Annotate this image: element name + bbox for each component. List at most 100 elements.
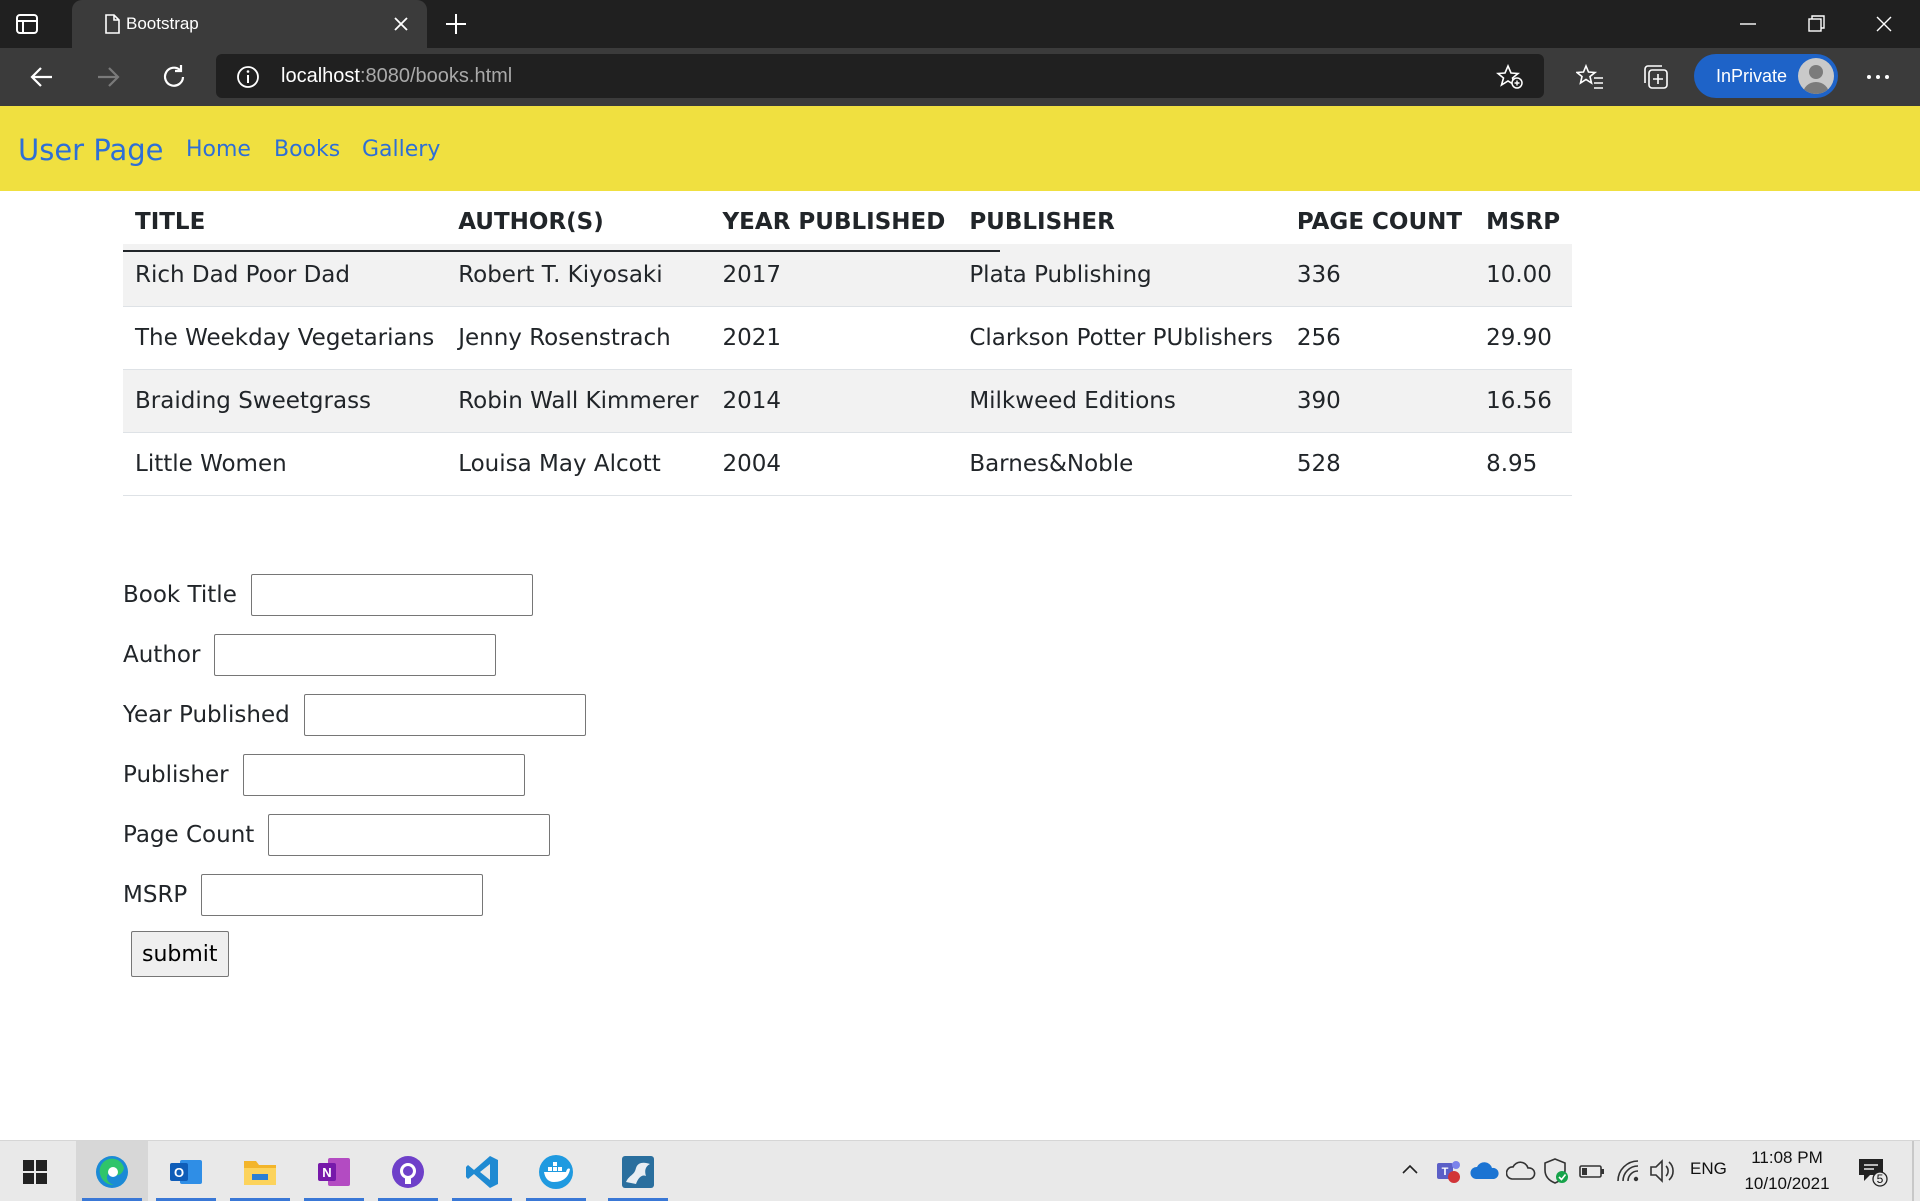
site-info-icon[interactable] [236,65,260,89]
browser-tab[interactable]: Bootstrap [72,0,427,48]
volume-icon[interactable] [1648,1157,1676,1185]
taskbar-github-desktop[interactable] [372,1141,444,1201]
cell-title: Rich Dad Poor Dad [123,244,447,307]
clock-date: 10/10/2021 [1744,1174,1830,1193]
cell-page-count: 528 [1284,432,1475,496]
refresh-icon[interactable] [160,63,188,91]
show-desktop-strip[interactable] [1912,1141,1914,1201]
brand-link[interactable]: User Page [18,106,164,194]
restore-icon[interactable] [1806,12,1826,36]
page-count-input[interactable] [268,814,551,856]
vscode-icon [466,1156,498,1188]
taskbar-mysql-workbench[interactable] [602,1141,674,1201]
cell-msrp: 10.00 [1474,244,1573,307]
year-published-label: Year Published [123,702,290,728]
nav-link-gallery[interactable]: Gallery [362,106,440,194]
form-row-author: Author [123,625,586,685]
cell-publisher: Barnes&Noble [957,432,1285,496]
onedrive-personal-icon[interactable] [1506,1157,1536,1185]
cell-year: 2017 [710,244,958,307]
url-text[interactable]: localhost:8080/books.html [281,54,512,98]
nav-link-books[interactable]: Books [274,106,340,194]
cell-title: Braiding Sweetgrass [123,369,447,433]
close-tab-icon[interactable] [393,16,409,32]
page-count-label: Page Count [123,822,255,848]
cell-page-count: 256 [1284,306,1475,370]
battery-icon[interactable] [1578,1157,1606,1185]
action-center-button[interactable]: 5 [1856,1155,1888,1187]
close-window-icon[interactable] [1874,12,1894,36]
address-bar[interactable]: localhost:8080/books.html [216,54,1544,98]
header-authors: AUTHOR(S) [458,209,604,235]
submit-button[interactable]: submit [131,931,229,977]
taskbar-edge[interactable] [76,1141,148,1201]
cell-publisher: Plata Publishing [957,244,1285,307]
url-path: :8080/books.html [359,65,513,87]
cell-publisher: Milkweed Editions [957,369,1285,433]
author-input[interactable] [214,634,497,676]
outlook-icon: O [170,1160,202,1184]
windows-security-icon[interactable] [1542,1157,1570,1185]
mysql-workbench-icon [622,1156,654,1188]
teams-icon[interactable]: T [1434,1157,1462,1185]
form-row-msrp: MSRP [123,865,586,925]
system-clock[interactable]: 11:08 PM 10/10/2021 [1728,1145,1846,1197]
publisher-input[interactable] [242,754,525,796]
minimize-icon[interactable] [1738,12,1758,36]
book-title-label: Book Title [123,582,237,608]
cell-author: Louisa May Alcott [446,432,711,496]
show-hidden-icons-chevron-icon[interactable] [1400,1161,1420,1177]
svg-text:T: T [1442,1166,1449,1178]
inprivate-label: InPrivate [1716,66,1788,86]
more-options-icon[interactable] [1864,63,1892,91]
svg-text:O: O [174,1165,184,1180]
add-favorite-icon[interactable] [1496,64,1524,90]
cell-title: The Weekday Vegetarians [123,306,447,370]
add-book-form: Book Title Author Year Published Publish… [123,565,586,977]
cell-page-count: 390 [1284,369,1475,433]
page-icon [105,14,120,34]
favorites-icon[interactable] [1576,63,1604,91]
back-icon[interactable] [28,63,56,91]
table-row: The Weekday Vegetarians Jenny Rosenstrac… [123,306,1573,370]
svg-text:N: N [322,1165,331,1180]
table-row: Little Women Louisa May Alcott 2004 Barn… [123,432,1573,496]
wifi-icon[interactable] [1614,1157,1642,1185]
book-title-input[interactable] [250,574,533,616]
taskbar-file-explorer[interactable] [224,1141,296,1201]
cell-author: Robin Wall Kimmerer [446,369,711,433]
publisher-label: Publisher [123,762,229,788]
taskbar-onenote[interactable]: N [298,1141,370,1201]
nav-link-home[interactable]: Home [186,106,251,194]
taskbar-outlook[interactable]: O [150,1141,222,1201]
table-row: Rich Dad Poor Dad Robert T. Kiyosaki 201… [123,244,1573,307]
table-row: Braiding Sweetgrass Robin Wall Kimmerer … [123,369,1573,433]
header-year-published: YEAR PUBLISHED [722,209,946,235]
notification-count-badge: 5 [1876,1172,1884,1186]
forward-icon [98,67,120,87]
msrp-input[interactable] [201,874,484,916]
windows-start-icon[interactable] [22,1159,48,1185]
collections-icon[interactable] [1642,63,1670,91]
form-row-year-published: Year Published [123,685,586,745]
header-publisher: PUBLISHER [969,209,1115,235]
form-row-book-title: Book Title [123,565,586,625]
site-navbar: User Page Home Books Gallery [0,106,1920,191]
tab-actions-icon[interactable] [14,11,40,37]
edge-icon [96,1156,128,1188]
header-underline [123,250,1000,252]
year-published-input[interactable] [303,694,586,736]
inprivate-button[interactable]: InPrivate [1694,54,1838,98]
input-language[interactable]: ENG [1690,1159,1727,1179]
cell-year: 2014 [710,369,958,433]
new-tab-icon[interactable] [444,12,468,36]
taskbar-vscode[interactable] [446,1141,518,1201]
cell-year: 2021 [710,306,958,370]
cell-publisher: Clarkson Potter PUblishers [957,306,1285,370]
msrp-label: MSRP [123,882,188,908]
github-desktop-icon [392,1156,424,1188]
author-label: Author [123,642,201,668]
taskbar-docker[interactable] [520,1141,592,1201]
onedrive-icon[interactable] [1470,1157,1500,1185]
cell-msrp: 29.90 [1474,306,1573,370]
